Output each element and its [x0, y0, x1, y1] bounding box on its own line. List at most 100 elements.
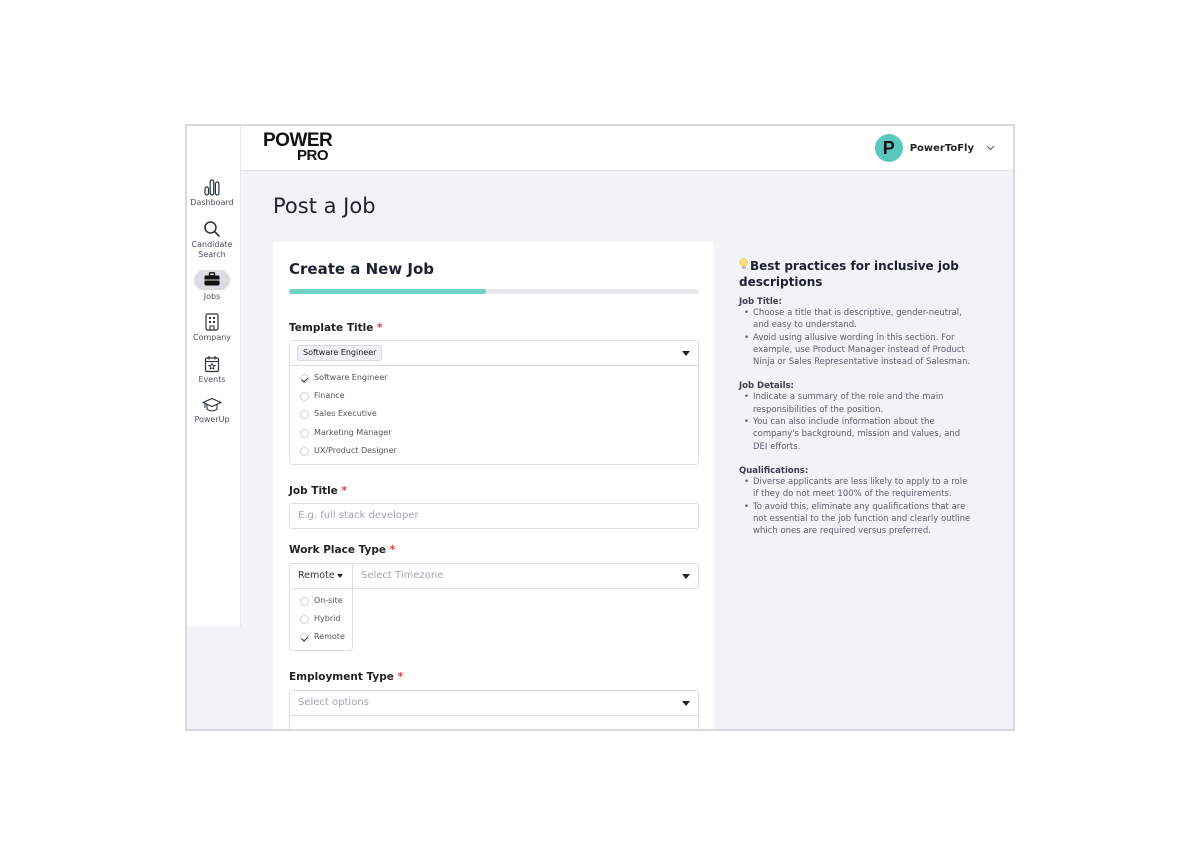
template-title-label: Template Title *: [289, 322, 382, 334]
employment-type-label: Employment Type *: [289, 671, 403, 683]
required-mark: *: [376, 322, 383, 334]
dropdown-option[interactable]: Sales Executive: [290, 405, 698, 423]
employment-type-dropdown: [289, 716, 699, 729]
template-title-select[interactable]: Software Engineer: [289, 340, 699, 366]
caret-down-icon: [682, 351, 690, 356]
tip-item: Avoid using allusive wording in this sec…: [739, 332, 974, 369]
logo-line2: PRO: [297, 147, 329, 164]
required-mark: *: [389, 544, 396, 556]
work-place-type-group: Remote Select Timezone: [289, 563, 699, 589]
sidebar-item-powerup[interactable]: PowerUp: [187, 397, 237, 425]
label-text: Job Title: [289, 485, 338, 497]
tips-list: Diverse applicants are less likely to ap…: [739, 476, 974, 537]
tips-list: Indicate a summary of the role and the m…: [739, 391, 974, 452]
bar-chart-icon: [204, 179, 220, 196]
radio-icon: [300, 410, 309, 420]
card-title: Create a New Job: [289, 260, 435, 278]
work-place-type-label: Work Place Type *: [289, 544, 395, 556]
chevron-down-icon[interactable]: [986, 145, 995, 151]
top-bar: POWER PRO P PowerToFly: [241, 126, 1013, 171]
create-job-card: Create a New Job Template Title * Softwa…: [273, 242, 714, 729]
option-label: Software Engineer: [314, 373, 388, 382]
radio-icon: [300, 446, 309, 456]
tip-item: You can also include information about t…: [739, 416, 974, 453]
tips-heading: Qualifications:: [739, 465, 809, 476]
dropdown-option[interactable]: Remote: [290, 628, 352, 646]
option-label: Remote: [314, 632, 345, 642]
page-title: Post a Job: [273, 194, 376, 218]
radio-icon: [300, 392, 309, 402]
sidebar-item-company[interactable]: Company: [187, 313, 237, 343]
template-title-dropdown: Software Engineer Finance Sales Executiv…: [289, 366, 699, 465]
graduation-cap-icon: [202, 397, 222, 412]
option-label: Marketing Manager: [314, 427, 392, 437]
caret-down-icon: [337, 574, 343, 578]
work-place-type-dropdown: On-site Hybrid Remote: [289, 589, 353, 651]
work-place-type-select[interactable]: Remote: [290, 564, 353, 588]
required-mark: *: [397, 671, 404, 683]
progress-bar: [289, 289, 699, 294]
selected-value: Remote: [298, 570, 335, 581]
dropdown-option[interactable]: UX/Product Designer: [290, 442, 698, 460]
user-menu[interactable]: P PowerToFly: [874, 134, 995, 162]
tips-list: Choose a title that is descriptive, gend…: [739, 307, 974, 368]
sidebar-item-label: Candidate: [191, 240, 233, 249]
tip-item: Choose a title that is descriptive, gend…: [739, 307, 974, 332]
tips-heading: Job Title:: [739, 297, 782, 307]
tip-item: Indicate a summary of the role and the m…: [739, 391, 974, 416]
user-name: PowerToFly: [909, 142, 974, 154]
caret-down-icon: [682, 701, 690, 706]
job-title-input[interactable]: E.g. full stack developer: [289, 503, 699, 529]
sidebar-item-jobs[interactable]: Jobs: [187, 270, 237, 302]
dropdown-option[interactable]: Software Engineer: [290, 369, 698, 387]
sidebar-item-label: Jobs: [203, 292, 221, 301]
sidebar-item-label: PowerUp: [194, 415, 230, 424]
option-label: Hybrid: [314, 614, 341, 624]
required-mark: *: [341, 485, 347, 497]
radio-icon: [300, 597, 309, 606]
option-label: On-site: [314, 596, 343, 605]
logo[interactable]: POWER PRO: [263, 131, 333, 164]
selected-chip[interactable]: Software Engineer: [297, 345, 383, 361]
dropdown-option[interactable]: On-site: [290, 592, 352, 610]
app-window: Dashboard Candidate Search Jobs Company …: [185, 124, 1015, 731]
building-icon: [205, 313, 219, 331]
tips-title: Best practices for inclusive job descrip…: [739, 258, 974, 290]
tips-heading: Job Details:: [739, 381, 794, 392]
search-icon: [204, 221, 220, 237]
calendar-star-icon: [204, 356, 220, 373]
label-text: Work Place Type: [289, 544, 387, 556]
sidebar-item-label: Dashboard: [190, 198, 234, 207]
employment-type-select[interactable]: Select options: [289, 690, 699, 716]
active-indicator: [194, 270, 230, 290]
sidebar-item-candidate-search[interactable]: Candidate Search: [187, 220, 237, 260]
sidebar-item-events[interactable]: Events: [187, 355, 237, 385]
tip-item: Diverse applicants are less likely to ap…: [739, 476, 974, 501]
dropdown-option[interactable]: Hybrid: [290, 610, 352, 628]
tips-title-text: Best practices for inclusive job descrip…: [739, 259, 959, 289]
option-label: UX/Product Designer: [314, 445, 397, 455]
sidebar-item-label: Events: [198, 375, 226, 384]
sidebar-item-label: Search: [198, 250, 226, 259]
option-label: Sales Executive: [314, 409, 377, 419]
sidebar-item-label: Company: [192, 333, 232, 342]
check-icon: [300, 633, 309, 643]
dropdown-option[interactable]: Finance: [290, 387, 698, 405]
radio-icon: [300, 615, 309, 625]
avatar: P: [874, 134, 903, 162]
dropdown-option[interactable]: Marketing Manager: [290, 424, 698, 442]
sidebar: Dashboard Candidate Search Jobs Company …: [187, 126, 241, 626]
label-text: Employment Type: [289, 671, 394, 683]
briefcase-icon: [204, 272, 220, 286]
best-practices-panel: Best practices for inclusive job descrip…: [739, 258, 974, 537]
check-icon: [300, 374, 309, 383]
timezone-select[interactable]: Select Timezone: [361, 564, 443, 588]
lightbulb-icon: [739, 258, 748, 270]
placeholder-text: Select options: [298, 697, 369, 708]
radio-icon: [300, 428, 309, 438]
option-label: Finance: [314, 391, 345, 401]
tip-item: To avoid this, eliminate any qualificati…: [739, 501, 974, 538]
job-title-label: Job Title *: [289, 485, 347, 497]
caret-down-icon: [682, 574, 690, 579]
sidebar-item-dashboard[interactable]: Dashboard: [187, 178, 237, 208]
